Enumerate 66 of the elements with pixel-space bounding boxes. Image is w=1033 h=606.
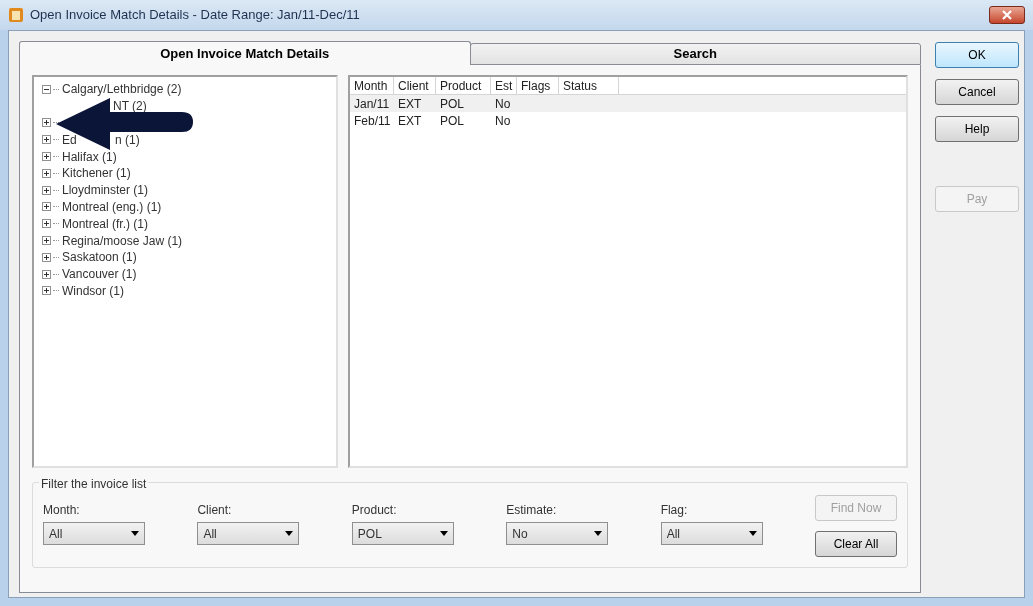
caret-icon [748,531,757,536]
table-cell-text: EXT [397,112,423,129]
field-label: Estimate: [506,502,558,519]
caret-icon [285,531,294,536]
table-cell-text: POL [439,95,465,112]
table-cell-text: No [494,95,512,112]
column-header[interactable]: Est [491,77,517,94]
dropdown[interactable]: POL [351,522,454,545]
dialog-button[interactable]: Help [935,116,1019,142]
close-icon [1002,10,1012,20]
dropdown[interactable]: All [43,522,145,545]
close-button[interactable] [989,6,1025,24]
dialog-button[interactable]: Cancel [935,79,1019,105]
tree-item-text[interactable]: n (1) [114,130,141,149]
tree-item-text[interactable]: Ed [61,130,78,149]
table-cell-text: Feb/11 [353,112,392,129]
expand-icon[interactable] [42,135,51,145]
tree-item[interactable]: Lloydminster (1) [61,181,150,200]
collapse-icon[interactable] [42,84,51,94]
table-cell-text: No [494,112,512,129]
column-header[interactable]: Month [350,77,394,94]
dialog-button[interactable]: Clear All [815,531,898,557]
expand-icon[interactable] [42,118,51,128]
tree-item[interactable]: Montreal (eng.) (1) [61,198,163,216]
tree-item[interactable]: Montreal (fr.) (1) [61,214,149,233]
tree-item[interactable]: Halifax (1) [61,147,118,166]
table-cell-text: POL [439,112,465,129]
tree-item[interactable]: Saskatoon (1) [61,248,138,267]
tree-item[interactable]: Regina/moose Jaw (1) [61,231,184,250]
field-label: Client: [197,502,233,519]
expand-icon[interactable] [42,236,51,246]
dropdown[interactable]: All [197,522,300,545]
dropdown[interactable]: No [506,522,609,545]
expand-icon[interactable] [42,269,51,279]
table-row[interactable]: Jan/11 EXT POL No [350,95,906,112]
caret-icon [439,531,448,536]
dialog-button[interactable]: OK [935,42,1019,68]
column-header[interactable]: Client [394,77,436,94]
tab[interactable]: Open Invoice Match Details [19,41,471,65]
table-cell-text: Jan/11 [353,95,391,112]
caret-icon [131,531,139,536]
expand-icon[interactable] [42,286,51,296]
table-cell-text: EXT [397,95,423,112]
column-header[interactable]: Status [559,77,619,94]
field-label: Product: [351,502,398,519]
caret-icon [594,531,603,536]
tree-item[interactable]: NT (2) [113,97,147,116]
expand-icon[interactable] [42,202,51,212]
tree-item[interactable]: Vancouver (1) [61,265,138,284]
field-label: Flag: [660,502,689,519]
app-icon [8,7,24,23]
expand-icon[interactable] [42,152,51,162]
tree-item[interactable]: Kitchener (1) [61,164,132,183]
tree-item[interactable]: Calgary/Lethbridge (2) [61,80,183,99]
expand-icon[interactable] [42,219,51,229]
tab[interactable]: Search [469,43,921,65]
expand-icon[interactable] [42,185,51,195]
tree-item[interactable]: Windsor (1) [61,281,125,300]
dropdown[interactable]: All [660,522,763,545]
expand-icon[interactable] [42,252,51,262]
field-label: Month: [43,502,81,519]
table-row[interactable]: Feb/11 EXT POL No [350,112,906,129]
column-header[interactable]: Flags [517,77,559,94]
column-header[interactable]: Product [436,77,491,94]
window-title: Open Invoice Match Details - Date Range: Jan/11-Dec/11 [30,6,360,25]
expand-icon[interactable] [42,168,51,178]
